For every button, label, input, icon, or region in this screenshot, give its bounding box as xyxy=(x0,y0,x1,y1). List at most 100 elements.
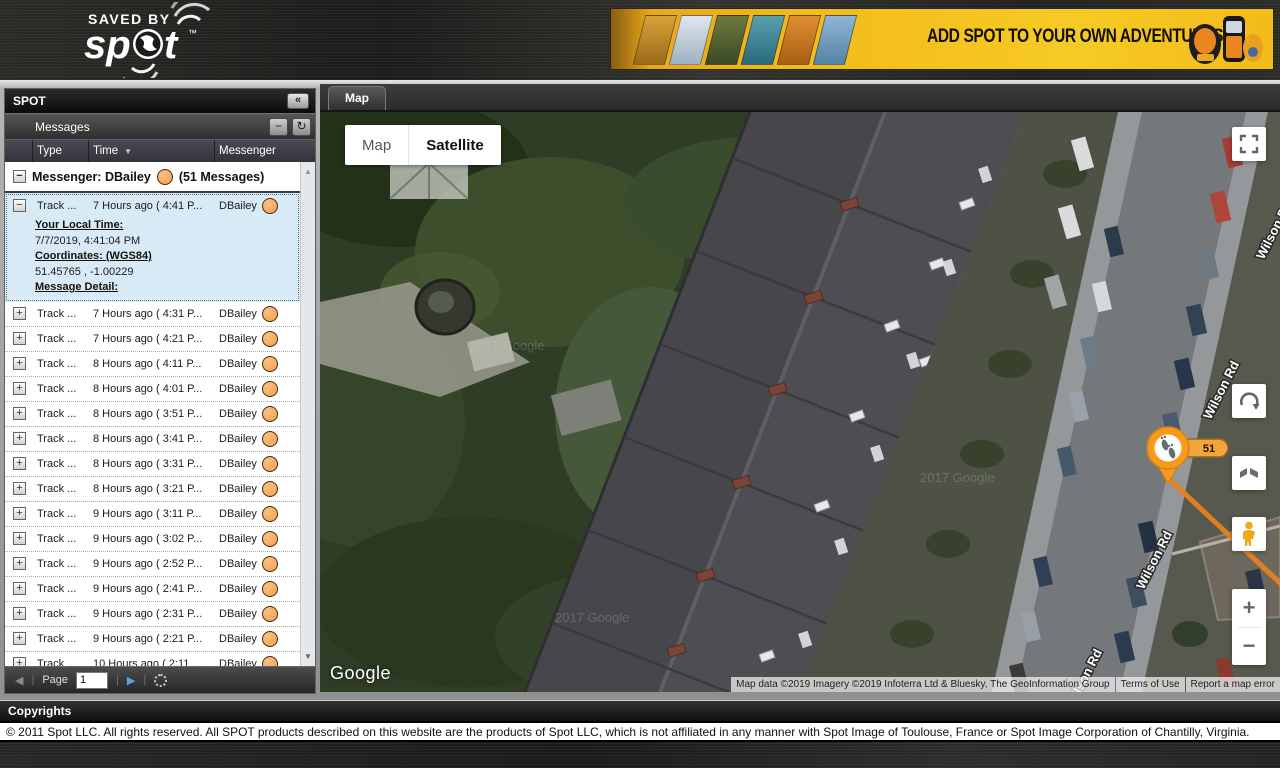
message-row[interactable]: + Track ... 8 Hours ago ( 3:31 P... DBai… xyxy=(5,452,300,477)
expand-row-icon[interactable]: + xyxy=(13,382,26,395)
tilt-icon xyxy=(1238,462,1260,484)
message-row[interactable]: + Track ... 9 Hours ago ( 2:31 P... DBai… xyxy=(5,602,300,627)
workspace: SPOT « Messages − ↻ Type Time ▼ Messenge… xyxy=(0,80,1280,700)
coordinates-value: 51.45765 , -1.00229 xyxy=(35,265,300,281)
message-row[interactable]: + Track ... 9 Hours ago ( 2:21 P... DBai… xyxy=(5,627,300,652)
tab-map[interactable]: Map xyxy=(328,86,386,110)
message-row[interactable]: + Track ... 8 Hours ago ( 3:51 P... DBai… xyxy=(5,402,300,427)
list-scrollbar[interactable]: ▲ ▼ xyxy=(300,162,315,666)
expanded-message-row[interactable]: − Track ... 7 Hours ago ( 4:41 P... DBai… xyxy=(5,193,300,218)
spot-logo[interactable]: SAVED BY sp t ™ xyxy=(62,2,282,83)
page-input[interactable] xyxy=(76,672,108,689)
message-time: 7 Hours ago ( 4:31 P... xyxy=(89,308,215,320)
message-row[interactable]: + Track ... 9 Hours ago ( 2:52 P... DBai… xyxy=(5,552,300,577)
collapse-icon: « xyxy=(295,94,301,106)
sort-desc-icon: ▼ xyxy=(124,147,132,156)
maptype-satellite-button[interactable]: Satellite xyxy=(409,125,501,165)
messenger-dot-icon xyxy=(262,431,278,447)
group-count: (51 Messages) xyxy=(179,170,264,184)
local-time-label: Your Local Time: xyxy=(35,218,300,234)
message-row[interactable]: + Track ... 9 Hours ago ( 3:02 P... DBai… xyxy=(5,527,300,552)
terms-of-use-link[interactable]: Terms of Use xyxy=(1116,677,1185,692)
messenger-dot-icon xyxy=(262,581,278,597)
expand-row-icon[interactable]: + xyxy=(13,432,26,445)
message-type: Track ... xyxy=(33,433,89,445)
message-time: 9 Hours ago ( 3:11 P... xyxy=(89,508,215,520)
zoom-control: + − xyxy=(1232,589,1266,665)
messenger-dot-icon xyxy=(157,169,173,185)
message-rows: + Track ... 7 Hours ago ( 4:31 P... DBai… xyxy=(5,302,300,667)
message-type: Track ... xyxy=(33,383,89,395)
fullscreen-button[interactable] xyxy=(1232,127,1266,161)
pagination-bar: ◀ | Page | ▶ | xyxy=(5,666,315,693)
rotate-map-button[interactable] xyxy=(1232,384,1266,418)
map-viewport[interactable]: 2017 Google 2017 Google 2017 Google Wils… xyxy=(320,112,1280,692)
expand-row-icon[interactable]: + xyxy=(13,582,26,595)
message-row[interactable]: + Track ... 9 Hours ago ( 2:41 P... DBai… xyxy=(5,577,300,602)
scroll-down-icon[interactable]: ▼ xyxy=(301,649,315,664)
expand-row-icon[interactable]: + xyxy=(13,657,26,666)
message-row[interactable]: + Track ... 9 Hours ago ( 3:11 P... DBai… xyxy=(5,502,300,527)
banner-headline-text: ADD SPOT TO YOUR OWN ADVENTURES xyxy=(927,26,1223,47)
message-time: 8 Hours ago ( 3:41 P... xyxy=(89,433,215,445)
message-messenger: DBailey xyxy=(219,508,257,520)
collapse-sidebar-button[interactable]: « xyxy=(287,93,309,109)
collapse-row-icon[interactable]: − xyxy=(13,199,26,212)
zoom-in-button[interactable]: + xyxy=(1232,589,1266,627)
page: SAVED BY sp t ™ xyxy=(0,0,1280,768)
pegman-button[interactable] xyxy=(1232,517,1266,551)
messenger-dot-icon xyxy=(262,556,278,572)
message-row[interactable]: + Track ... 8 Hours ago ( 4:11 P... DBai… xyxy=(5,352,300,377)
message-messenger: DBailey xyxy=(219,358,257,370)
refresh-messages-button[interactable]: ↻ xyxy=(292,118,311,136)
next-page-button[interactable]: ▶ xyxy=(127,674,135,687)
message-type: Track ... xyxy=(33,608,89,620)
message-messenger: DBailey xyxy=(219,408,257,420)
collapse-group-icon[interactable]: − xyxy=(13,170,26,183)
footer-bottom xyxy=(0,742,1280,768)
expand-row-icon[interactable]: + xyxy=(13,507,26,520)
expand-row-icon[interactable]: + xyxy=(13,557,26,570)
expand-row-icon[interactable]: + xyxy=(13,457,26,470)
zoom-out-button[interactable]: − xyxy=(1232,628,1266,666)
messenger-column-label: Messenger xyxy=(219,145,276,157)
spot-logo-graphic: SAVED BY sp t ™ xyxy=(62,2,282,78)
message-time: 7 Hours ago ( 4:41 P... xyxy=(89,200,215,212)
message-type: Track ... xyxy=(33,200,89,212)
scroll-up-icon[interactable]: ▲ xyxy=(301,164,315,179)
google-logo[interactable]: Google xyxy=(330,663,391,684)
minimize-messages-button[interactable]: − xyxy=(269,118,288,136)
maptype-map-button[interactable]: Map xyxy=(345,125,409,165)
message-row[interactable]: + Track ... 8 Hours ago ( 3:41 P... DBai… xyxy=(5,427,300,452)
expand-row-icon[interactable]: + xyxy=(13,632,26,645)
messenger-dot-icon xyxy=(262,606,278,622)
time-column-header[interactable]: Time ▼ xyxy=(89,140,215,162)
prev-page-button[interactable]: ◀ xyxy=(15,674,23,687)
message-time: 9 Hours ago ( 2:21 P... xyxy=(89,633,215,645)
message-row[interactable]: + Track ... 7 Hours ago ( 4:31 P... DBai… xyxy=(5,302,300,327)
expanded-message[interactable]: − Track ... 7 Hours ago ( 4:41 P... DBai… xyxy=(5,193,300,302)
messenger-group-header[interactable]: − Messenger: DBailey (51 Messages) xyxy=(5,162,300,193)
messenger-column-header[interactable]: Messenger xyxy=(215,140,315,162)
expand-row-icon[interactable]: + xyxy=(13,607,26,620)
expand-row-icon[interactable]: + xyxy=(13,532,26,545)
expand-row-icon[interactable]: + xyxy=(13,332,26,345)
messenger-dot-icon xyxy=(262,331,278,347)
expand-row-icon[interactable]: + xyxy=(13,482,26,495)
report-map-error-link[interactable]: Report a map error xyxy=(1186,677,1280,692)
satellite-imagery[interactable]: 2017 Google 2017 Google 2017 Google Wils… xyxy=(320,112,1280,692)
message-row[interactable]: + Track ... 10 Hours ago ( 2:11 ... DBai… xyxy=(5,652,300,667)
ad-banner[interactable]: ADD SPOT TO YOUR OWN ADVENTURES>> xyxy=(610,8,1274,70)
tilt-view-button[interactable] xyxy=(1232,456,1266,490)
message-row[interactable]: + Track ... 8 Hours ago ( 3:21 P... DBai… xyxy=(5,477,300,502)
sidebar-title-bar: SPOT « xyxy=(5,89,315,113)
messenger-dot-icon xyxy=(262,456,278,472)
message-row[interactable]: + Track ... 7 Hours ago ( 4:21 P... DBai… xyxy=(5,327,300,352)
expand-row-icon[interactable]: + xyxy=(13,407,26,420)
message-row[interactable]: + Track ... 8 Hours ago ( 4:01 P... DBai… xyxy=(5,377,300,402)
message-time: 10 Hours ago ( 2:11 ... xyxy=(89,658,215,667)
expand-row-icon[interactable]: + xyxy=(13,307,26,320)
expand-row-icon[interactable]: + xyxy=(13,357,26,370)
type-column-header[interactable]: Type xyxy=(33,140,89,162)
logo-brand-t: t xyxy=(164,23,179,67)
